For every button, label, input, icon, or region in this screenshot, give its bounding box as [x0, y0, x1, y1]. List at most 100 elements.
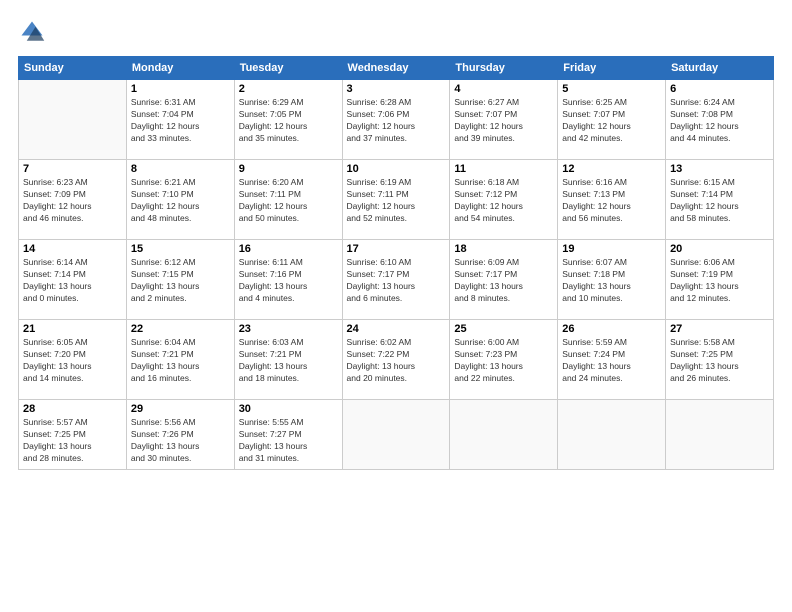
day-info: Sunrise: 6:23 AMSunset: 7:09 PMDaylight:…	[23, 177, 122, 225]
day-number: 15	[131, 243, 230, 255]
calendar-cell: 20 Sunrise: 6:06 AMSunset: 7:19 PMDayligh…	[666, 240, 774, 320]
calendar: SundayMondayTuesdayWednesdayThursdayFrid…	[18, 56, 774, 470]
calendar-cell: 16 Sunrise: 6:11 AMSunset: 7:16 PMDayligh…	[234, 240, 342, 320]
page: SundayMondayTuesdayWednesdayThursdayFrid…	[0, 0, 792, 612]
calendar-cell: 8Sunrise: 6:21 AMSunset: 7:10 PMDaylight…	[126, 160, 234, 240]
day-info: Sunrise: 6:24 AMSunset: 7:08 PMDaylight:…	[670, 97, 769, 145]
day-info: Sunrise: 6:31 AMSunset: 7:04 PMDaylight:…	[131, 97, 230, 145]
calendar-cell: 17 Sunrise: 6:10 AMSunset: 7:17 PMDayligh…	[342, 240, 450, 320]
day-info: Sunrise: 6:19 AMSunset: 7:11 PMDaylight:…	[347, 177, 446, 225]
calendar-cell: 5 Sunrise: 6:25 AMSunset: 7:07 PMDaylight…	[558, 80, 666, 160]
day-number: 18	[454, 243, 553, 255]
day-number: 12	[562, 163, 661, 175]
day-info: Sunrise: 6:09 AMSunset: 7:17 PMDaylight:…	[454, 257, 553, 305]
day-info: Sunrise: 6:06 AMSunset: 7:19 PMDaylight:…	[670, 257, 769, 305]
day-number: 30	[239, 403, 338, 415]
calendar-cell	[342, 400, 450, 470]
weekday-header-sunday: Sunday	[19, 57, 127, 80]
calendar-cell: 27 Sunrise: 5:58 AMSunset: 7:25 PMDayligh…	[666, 320, 774, 400]
calendar-cell: 4 Sunrise: 6:27 AMSunset: 7:07 PMDaylight…	[450, 80, 558, 160]
day-number: 27	[670, 323, 769, 335]
week-row-3: 14Sunrise: 6:14 AMSunset: 7:14 PMDayligh…	[19, 240, 774, 320]
day-number: 11	[454, 163, 553, 175]
day-info: Sunrise: 6:03 AMSunset: 7:21 PMDaylight:…	[239, 337, 338, 385]
calendar-cell: 15 Sunrise: 6:12 AMSunset: 7:15 PMDayligh…	[126, 240, 234, 320]
logo	[18, 18, 50, 46]
day-info: Sunrise: 6:29 AMSunset: 7:05 PMDaylight:…	[239, 97, 338, 145]
week-row-5: 28 Sunrise: 5:57 AMSunset: 7:25 PMDayligh…	[19, 400, 774, 470]
calendar-cell: 1 Sunrise: 6:31 AMSunset: 7:04 PMDaylight…	[126, 80, 234, 160]
calendar-cell: 7 Sunrise: 6:23 AMSunset: 7:09 PMDaylight…	[19, 160, 127, 240]
week-row-2: 7 Sunrise: 6:23 AMSunset: 7:09 PMDaylight…	[19, 160, 774, 240]
weekday-header-thursday: Thursday	[450, 57, 558, 80]
weekday-header-friday: Friday	[558, 57, 666, 80]
calendar-cell: 10Sunrise: 6:19 AMSunset: 7:11 PMDayligh…	[342, 160, 450, 240]
calendar-cell: 21Sunrise: 6:05 AMSunset: 7:20 PMDayligh…	[19, 320, 127, 400]
day-info: Sunrise: 6:11 AMSunset: 7:16 PMDaylight:…	[239, 257, 338, 305]
day-number: 26	[562, 323, 661, 335]
day-info: Sunrise: 5:58 AMSunset: 7:25 PMDaylight:…	[670, 337, 769, 385]
day-number: 6	[670, 83, 769, 95]
weekday-header-monday: Monday	[126, 57, 234, 80]
calendar-cell: 30 Sunrise: 5:55 AMSunset: 7:27 PMDayligh…	[234, 400, 342, 470]
weekday-header-tuesday: Tuesday	[234, 57, 342, 80]
day-number: 16	[239, 243, 338, 255]
calendar-cell: 13Sunrise: 6:15 AMSunset: 7:14 PMDayligh…	[666, 160, 774, 240]
day-info: Sunrise: 5:59 AMSunset: 7:24 PMDaylight:…	[562, 337, 661, 385]
week-row-4: 21Sunrise: 6:05 AMSunset: 7:20 PMDayligh…	[19, 320, 774, 400]
day-number: 19	[562, 243, 661, 255]
calendar-cell: 23 Sunrise: 6:03 AMSunset: 7:21 PMDayligh…	[234, 320, 342, 400]
weekday-header-wednesday: Wednesday	[342, 57, 450, 80]
day-info: Sunrise: 6:00 AMSunset: 7:23 PMDaylight:…	[454, 337, 553, 385]
calendar-cell: 22 Sunrise: 6:04 AMSunset: 7:21 PMDayligh…	[126, 320, 234, 400]
day-number: 28	[23, 403, 122, 415]
day-info: Sunrise: 6:02 AMSunset: 7:22 PMDaylight:…	[347, 337, 446, 385]
week-row-1: 1 Sunrise: 6:31 AMSunset: 7:04 PMDaylight…	[19, 80, 774, 160]
day-info: Sunrise: 6:15 AMSunset: 7:14 PMDaylight:…	[670, 177, 769, 225]
calendar-cell: 19Sunrise: 6:07 AMSunset: 7:18 PMDayligh…	[558, 240, 666, 320]
weekday-header-row: SundayMondayTuesdayWednesdayThursdayFrid…	[19, 57, 774, 80]
day-number: 3	[347, 83, 446, 95]
weekday-header-saturday: Saturday	[666, 57, 774, 80]
day-info: Sunrise: 6:16 AMSunset: 7:13 PMDaylight:…	[562, 177, 661, 225]
calendar-cell: 25Sunrise: 6:00 AMSunset: 7:23 PMDayligh…	[450, 320, 558, 400]
day-info: Sunrise: 6:10 AMSunset: 7:17 PMDaylight:…	[347, 257, 446, 305]
day-info: Sunrise: 5:55 AMSunset: 7:27 PMDaylight:…	[239, 417, 338, 465]
calendar-cell: 9 Sunrise: 6:20 AMSunset: 7:11 PMDaylight…	[234, 160, 342, 240]
calendar-cell: 14Sunrise: 6:14 AMSunset: 7:14 PMDayligh…	[19, 240, 127, 320]
day-info: Sunrise: 5:56 AMSunset: 7:26 PMDaylight:…	[131, 417, 230, 465]
day-number: 7	[23, 163, 122, 175]
logo-icon	[18, 18, 46, 46]
calendar-cell: 24 Sunrise: 6:02 AMSunset: 7:22 PMDayligh…	[342, 320, 450, 400]
day-info: Sunrise: 6:18 AMSunset: 7:12 PMDaylight:…	[454, 177, 553, 225]
calendar-cell: 3 Sunrise: 6:28 AMSunset: 7:06 PMDaylight…	[342, 80, 450, 160]
day-number: 1	[131, 83, 230, 95]
day-number: 5	[562, 83, 661, 95]
day-info: Sunrise: 6:04 AMSunset: 7:21 PMDaylight:…	[131, 337, 230, 385]
day-number: 14	[23, 243, 122, 255]
day-number: 22	[131, 323, 230, 335]
calendar-cell: 12 Sunrise: 6:16 AMSunset: 7:13 PMDayligh…	[558, 160, 666, 240]
day-info: Sunrise: 5:57 AMSunset: 7:25 PMDaylight:…	[23, 417, 122, 465]
day-number: 9	[239, 163, 338, 175]
day-info: Sunrise: 6:27 AMSunset: 7:07 PMDaylight:…	[454, 97, 553, 145]
day-number: 20	[670, 243, 769, 255]
calendar-cell: 6 Sunrise: 6:24 AMSunset: 7:08 PMDaylight…	[666, 80, 774, 160]
day-info: Sunrise: 6:28 AMSunset: 7:06 PMDaylight:…	[347, 97, 446, 145]
day-info: Sunrise: 6:12 AMSunset: 7:15 PMDaylight:…	[131, 257, 230, 305]
day-number: 24	[347, 323, 446, 335]
day-number: 4	[454, 83, 553, 95]
day-info: Sunrise: 6:25 AMSunset: 7:07 PMDaylight:…	[562, 97, 661, 145]
calendar-cell	[450, 400, 558, 470]
calendar-cell: 26 Sunrise: 5:59 AMSunset: 7:24 PMDayligh…	[558, 320, 666, 400]
calendar-cell: 2Sunrise: 6:29 AMSunset: 7:05 PMDaylight…	[234, 80, 342, 160]
calendar-cell	[558, 400, 666, 470]
day-number: 23	[239, 323, 338, 335]
header	[18, 18, 774, 46]
day-info: Sunrise: 6:20 AMSunset: 7:11 PMDaylight:…	[239, 177, 338, 225]
calendar-cell: 29Sunrise: 5:56 AMSunset: 7:26 PMDayligh…	[126, 400, 234, 470]
day-number: 17	[347, 243, 446, 255]
calendar-cell	[19, 80, 127, 160]
calendar-cell: 11 Sunrise: 6:18 AMSunset: 7:12 PMDayligh…	[450, 160, 558, 240]
day-number: 21	[23, 323, 122, 335]
